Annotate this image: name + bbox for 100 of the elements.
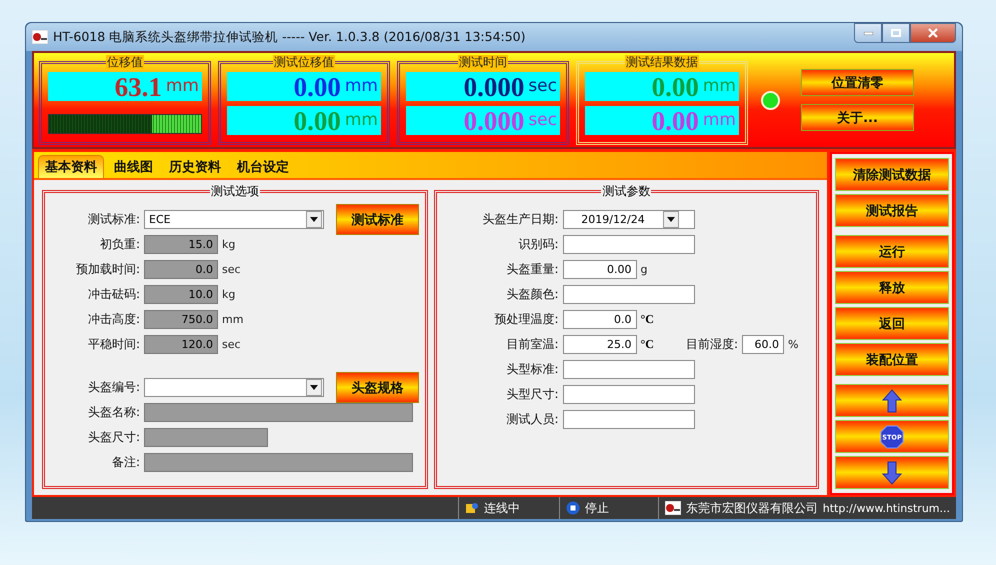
company-logo-icon: [664, 501, 681, 515]
readout-value: 0.00: [652, 76, 699, 96]
unit-label: kg: [222, 288, 236, 301]
connection-status: 连线中: [484, 500, 520, 516]
unit-label: g: [640, 263, 648, 276]
input-field[interactable]: [562, 410, 694, 429]
readout-value: 0.000: [464, 76, 524, 96]
action-button[interactable]: 测试标准: [336, 204, 419, 235]
unit-label: mm: [344, 109, 378, 132]
dropdown[interactable]: [144, 378, 324, 397]
readonly-field: 15.0: [144, 235, 218, 254]
down-arrow-icon: [882, 460, 902, 484]
unit-label: kg: [222, 238, 236, 251]
window-title: HT-6018 电脑系统头盔绑带拉伸试验机 ----- Ver. 1.0.3.8 (2016/08/31 13:54:50): [53, 28, 527, 46]
input-field[interactable]: [562, 235, 694, 254]
field-label: 测试标准:: [86, 211, 140, 228]
caret-icon: [310, 385, 318, 390]
unit-label: mm: [702, 109, 736, 132]
caret-icon: [666, 217, 675, 222]
unit-label: mm: [344, 75, 378, 98]
minimize-icon: [864, 32, 872, 34]
input-field[interactable]: [562, 360, 694, 379]
caret-icon: [310, 217, 318, 222]
maximize-button[interactable]: [882, 23, 910, 43]
side-button[interactable]: 测试报告: [835, 194, 949, 227]
field-label: 目前湿度:: [686, 336, 738, 353]
field-label: 备注:: [110, 454, 140, 471]
field-label: 头盔名称:: [86, 404, 140, 421]
website-url: http://www.htinstrum...: [822, 502, 950, 514]
up-button[interactable]: [835, 384, 949, 417]
up-arrow-icon: [882, 388, 902, 412]
group-title: 测试选项: [210, 184, 260, 198]
tab[interactable]: 历史资料: [163, 156, 227, 178]
input-field[interactable]: 0.00: [562, 260, 636, 279]
action-button[interactable]: 位置清零: [801, 69, 914, 96]
run-status: 停止: [584, 500, 609, 516]
field-label: 头盔编号:: [86, 379, 140, 396]
field-label: 头型尺寸:: [505, 386, 558, 403]
close-button[interactable]: [910, 23, 956, 43]
tab[interactable]: 机台设定: [231, 156, 295, 178]
app-logo-icon: [32, 30, 48, 44]
readonly-field: 750.0: [144, 310, 218, 329]
action-button[interactable]: 头盔规格: [336, 372, 419, 403]
field-label: 头盔尺寸:: [86, 429, 140, 446]
unit-label: sec: [222, 263, 241, 276]
unit-label: sec: [528, 109, 557, 132]
unit-label: mm: [222, 313, 244, 326]
unit-label: sec: [222, 338, 241, 351]
connection-icon: [464, 501, 479, 515]
field-label: 平稳时间:: [86, 336, 140, 353]
field-label: 目前室温:: [505, 336, 558, 353]
readout-value: 0.00: [294, 76, 341, 96]
readout-value: 0.00: [294, 110, 341, 130]
field-label: 初负重:: [98, 236, 140, 253]
field-label: 预处理温度:: [493, 311, 558, 328]
side-button[interactable]: 释放: [835, 271, 949, 304]
input-field[interactable]: [562, 285, 694, 304]
field-label: 冲击砝码:: [86, 286, 140, 303]
input-field[interactable]: 25.0: [562, 335, 636, 354]
readout-value: 0.000: [464, 110, 524, 130]
readonly-field: 10.0: [144, 285, 218, 304]
field-label: 识别码:: [517, 236, 558, 253]
input-field[interactable]: 60.0: [742, 335, 784, 354]
unit-label: sec: [528, 75, 557, 98]
side-button[interactable]: 运行: [835, 235, 949, 268]
group-title: 位移值: [106, 55, 144, 69]
side-button[interactable]: 返回: [835, 307, 949, 340]
field-label: 头盔重量:: [505, 261, 558, 278]
unit-label: mm: [166, 75, 199, 98]
stop-icon: [566, 501, 580, 515]
field-label: 头盔颜色:: [505, 286, 558, 303]
group-title: 测试参数: [601, 184, 652, 198]
field-label: 测试人员:: [505, 411, 558, 428]
unit-label: mm: [702, 75, 736, 98]
date-picker[interactable]: 2019/12/24: [562, 210, 694, 229]
field-label: 头型标准:: [505, 361, 558, 378]
readout-value: 0.00: [652, 110, 699, 130]
unit-label: %: [788, 338, 798, 351]
unit-label: °C: [640, 312, 654, 327]
side-button[interactable]: 装配位置: [835, 343, 949, 376]
group-title: 测试时间: [458, 55, 508, 69]
maximize-icon: [891, 29, 901, 37]
dropdown[interactable]: ECE: [144, 210, 324, 229]
group-title: 测试结果数据: [625, 55, 699, 69]
down-button[interactable]: [835, 456, 949, 489]
side-button[interactable]: 清除测试数据: [835, 158, 949, 191]
unit-label: °C: [640, 337, 654, 352]
input-field[interactable]: 0.0: [562, 310, 636, 329]
tab[interactable]: 曲线图: [108, 156, 159, 178]
input-field[interactable]: [562, 385, 694, 404]
field-label: 预加载时间:: [74, 261, 140, 278]
close-icon: [928, 28, 938, 38]
readonly-field: 120.0: [144, 335, 218, 354]
tab[interactable]: 基本资料: [38, 155, 104, 178]
field-label: 头盔生产日期:: [481, 211, 558, 228]
company-name: 东莞市宏图仪器有限公司: [686, 500, 818, 516]
field-label: 冲击高度:: [86, 311, 140, 328]
action-button[interactable]: 关于...: [801, 104, 914, 131]
readonly-field: 0.0: [144, 260, 218, 279]
minimize-button[interactable]: [854, 23, 882, 43]
